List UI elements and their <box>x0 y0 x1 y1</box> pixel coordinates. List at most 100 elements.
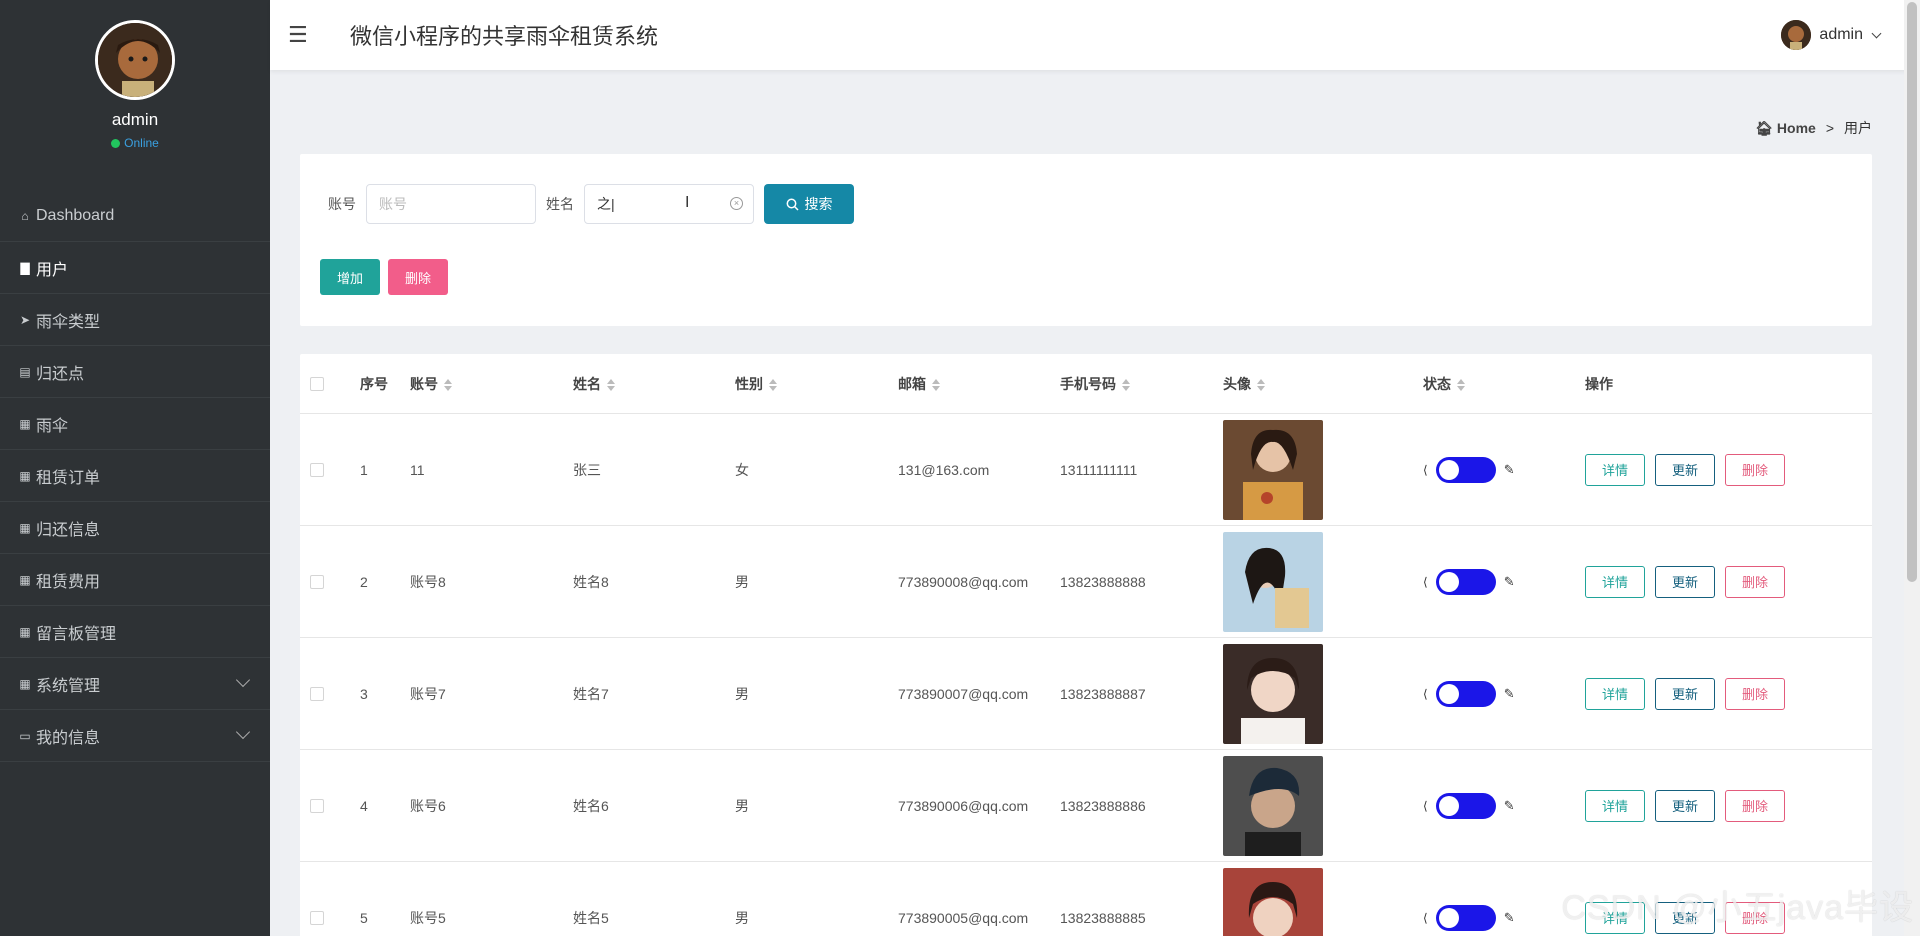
card-icon: ▭ <box>19 728 31 743</box>
row-checkbox[interactable] <box>310 910 324 925</box>
col-name[interactable]: 姓名 <box>573 374 735 394</box>
page-scrollbar[interactable] <box>1904 0 1920 936</box>
col-phone[interactable]: 手机号码 <box>1060 374 1223 394</box>
edit-icon[interactable]: ✎ <box>1504 462 1515 478</box>
account-label: 账号 <box>328 196 356 212</box>
detail-button[interactable]: 详情 <box>1585 677 1645 710</box>
sort-icon[interactable] <box>607 378 615 391</box>
sidebar-item-umbrellas[interactable]: ▦ 雨伞 <box>0 398 270 450</box>
cell-email: 773890005@qq.com <box>898 909 1029 926</box>
select-all-checkbox[interactable] <box>310 376 324 391</box>
delete-button[interactable]: 删除 <box>1725 677 1785 710</box>
edit-icon[interactable]: ✎ <box>1504 798 1515 814</box>
sort-icon[interactable] <box>1457 378 1465 391</box>
sort-icon[interactable] <box>1257 378 1265 391</box>
edit-icon[interactable]: ✎ <box>1504 686 1515 702</box>
batch-delete-button[interactable]: 删除 <box>388 259 448 295</box>
clear-icon[interactable]: × <box>730 197 743 210</box>
cell-name: 张三 <box>573 461 601 478</box>
update-button[interactable]: 更新 <box>1655 565 1715 598</box>
row-checkbox[interactable] <box>310 798 324 813</box>
sort-icon[interactable] <box>444 378 452 391</box>
sidebar-item-label: 雨伞类型 <box>36 313 101 331</box>
clipboard-icon: ▤ <box>19 364 31 379</box>
status-toggle[interactable] <box>1435 456 1496 483</box>
breadcrumb-home[interactable]: 🏠︎ Home <box>1755 120 1816 137</box>
col-sex[interactable]: 性别 <box>735 374 898 394</box>
search-button[interactable]: 搜索 <box>764 184 854 224</box>
breadcrumb-current: 用户 <box>1844 120 1872 136</box>
row-checkbox[interactable] <box>310 574 324 589</box>
detail-button[interactable]: 详情 <box>1585 565 1645 598</box>
share-icon[interactable]: ⟨ <box>1423 911 1428 925</box>
name-label: 姓名 <box>546 196 574 212</box>
row-checkbox[interactable] <box>310 686 324 701</box>
delete-button[interactable]: 删除 <box>1725 453 1785 486</box>
sidebar-item-users[interactable]: ▇ 用户 <box>0 242 270 294</box>
cell-email: 773890006@qq.com <box>898 797 1029 814</box>
status-dot-icon <box>111 138 121 148</box>
sidebar-item-label: 租赁费用 <box>36 573 101 591</box>
grid-icon: ▦ <box>19 624 31 639</box>
col-status[interactable]: 状态 <box>1423 374 1585 394</box>
status-text: Online <box>124 136 159 150</box>
col-account[interactable]: 账号 <box>410 374 573 394</box>
update-button[interactable]: 更新 <box>1655 453 1715 486</box>
top-header: ☰ 微信小程序的共享雨伞租赁系统 admin <box>270 0 1920 70</box>
status-toggle[interactable] <box>1435 792 1496 819</box>
detail-button[interactable]: 详情 <box>1585 453 1645 486</box>
add-button[interactable]: 增加 <box>320 259 380 295</box>
avatar-photo[interactable] <box>1223 419 1323 520</box>
user-name: admin <box>1819 26 1863 43</box>
grid-icon: ▦ <box>19 416 31 431</box>
avatar-photo[interactable] <box>1223 531 1323 632</box>
sidebar-item-rental-fees[interactable]: ▦ 租赁费用 <box>0 554 270 606</box>
cell-phone: 13823888886 <box>1060 797 1146 814</box>
cell-sex: 男 <box>735 909 749 926</box>
update-button[interactable]: 更新 <box>1655 789 1715 822</box>
delete-button[interactable]: 删除 <box>1725 789 1785 822</box>
status-toggle[interactable] <box>1435 904 1496 931</box>
table-row: 4 账号6 姓名6 男 773890006@qq.com 13823888886… <box>300 750 1872 862</box>
cell-email: 773890008@qq.com <box>898 573 1029 590</box>
detail-button[interactable]: 详情 <box>1585 789 1645 822</box>
sidebar-item-return-info[interactable]: ▦ 归还信息 <box>0 502 270 554</box>
status-toggle[interactable] <box>1435 568 1496 595</box>
status-toggle[interactable] <box>1435 680 1496 707</box>
profile-card: admin Online <box>0 0 270 190</box>
avatar-photo[interactable] <box>1223 867 1323 936</box>
share-icon[interactable]: ⟨ <box>1423 463 1428 477</box>
avatar-photo[interactable] <box>1223 755 1323 856</box>
sidebar-item-label: 我的信息 <box>36 729 101 747</box>
cell-index: 3 <box>360 685 368 702</box>
delete-button[interactable]: 删除 <box>1725 565 1785 598</box>
sidebar-item-rental-orders[interactable]: ▦ 租赁订单 <box>0 450 270 502</box>
cell-account: 账号7 <box>410 685 446 702</box>
scrollbar-thumb[interactable] <box>1907 2 1917 582</box>
account-input[interactable]: 账号 <box>366 184 536 224</box>
share-icon[interactable]: ⟨ <box>1423 687 1428 701</box>
row-checkbox[interactable] <box>310 462 324 477</box>
share-icon[interactable]: ⟨ <box>1423 799 1428 813</box>
sidebar-item-message-board[interactable]: ▦ 留言板管理 <box>0 606 270 658</box>
menu-toggle-icon[interactable]: ☰ <box>288 22 314 48</box>
update-button[interactable]: 更新 <box>1655 677 1715 710</box>
user-menu[interactable]: admin <box>1781 20 1882 50</box>
edit-icon[interactable]: ✎ <box>1504 910 1515 926</box>
edit-icon[interactable]: ✎ <box>1504 574 1515 590</box>
sort-icon[interactable] <box>1122 378 1130 391</box>
share-icon[interactable]: ⟨ <box>1423 575 1428 589</box>
col-email[interactable]: 邮箱 <box>898 374 1060 394</box>
col-avatar[interactable]: 头像 <box>1223 374 1423 394</box>
sidebar-item-system-management[interactable]: ▦ 系统管理 <box>0 658 270 710</box>
table-row: 3 账号7 姓名7 男 773890007@qq.com 13823888887… <box>300 638 1872 750</box>
search-row: 账号 账号 姓名 之| I × 搜索 <box>328 184 854 224</box>
avatar-photo[interactable] <box>1223 643 1323 744</box>
sidebar-item-umbrella-types[interactable]: ➤ 雨伞类型 <box>0 294 270 346</box>
sort-icon[interactable] <box>769 378 777 391</box>
sidebar-item-my-info[interactable]: ▭ 我的信息 <box>0 710 270 762</box>
sidebar-item-return-points[interactable]: ▤ 归还点 <box>0 346 270 398</box>
sidebar-item-dashboard[interactable]: ⌂ Dashboard <box>0 190 270 242</box>
name-input[interactable]: 之| I × <box>584 184 754 224</box>
sort-icon[interactable] <box>932 378 940 391</box>
